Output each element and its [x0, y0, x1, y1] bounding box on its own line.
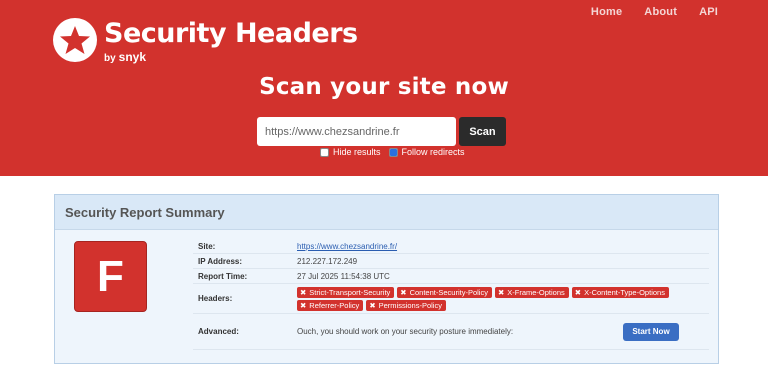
- missing-headers-list: ✖ Strict-Transport-Security ✖ Content-Secu…: [297, 286, 677, 311]
- scan-button[interactable]: Scan: [459, 117, 506, 146]
- report-summary-panel: Security Report Summary F Site: https://…: [54, 194, 719, 364]
- logo-by: by: [104, 53, 116, 64]
- logo-brand: snyk: [118, 50, 147, 64]
- header-badge[interactable]: ✖ Permissions-Policy: [366, 299, 446, 311]
- hide-results-option[interactable]: Hide results: [320, 147, 381, 157]
- follow-redirects-checkbox[interactable]: [388, 147, 398, 157]
- nav-about-link[interactable]: About: [644, 6, 677, 18]
- header-badge[interactable]: ✖ Strict-Transport-Security: [297, 286, 395, 298]
- hide-results-checkbox[interactable]: [320, 147, 329, 157]
- cross-icon: ✖: [369, 300, 376, 310]
- nav-home-link[interactable]: Home: [591, 6, 622, 18]
- header-badge[interactable]: ✖ Referrer-Policy: [297, 299, 364, 311]
- report-details: Site: https://www.chezsandrine.fr/ IP Ad…: [193, 239, 709, 350]
- site-logo[interactable]: Security Headers by snyk: [53, 18, 358, 64]
- report-time-value: 27 Jul 2025 11:54:38 UTC: [297, 271, 390, 281]
- cross-icon: ✖: [400, 287, 407, 297]
- report-time-row: Report Time: 27 Jul 2025 11:54:38 UTC: [193, 269, 709, 284]
- panel-title: Security Report Summary: [65, 204, 225, 220]
- headers-row: Headers: ✖ Strict-Transport-Security ✖ Con…: [193, 284, 709, 314]
- header-badge[interactable]: ✖ X-Content-Type-Options: [571, 286, 669, 298]
- hide-results-label: Hide results: [333, 147, 381, 157]
- panel-header: Security Report Summary: [55, 195, 718, 230]
- nav-api-link[interactable]: API: [699, 6, 718, 18]
- follow-redirects-label: Follow redirects: [401, 147, 465, 157]
- header-badge[interactable]: ✖ X-Frame-Options: [494, 286, 569, 298]
- scan-title: Scan your site now: [259, 74, 509, 100]
- report-time-label: Report Time:: [198, 271, 248, 281]
- advanced-label: Advanced:: [198, 327, 239, 336]
- ip-value: 212.227.172.249: [297, 256, 358, 266]
- grade-badge: F: [74, 241, 147, 312]
- scan-options: Hide results Follow redirects: [320, 147, 473, 157]
- cross-icon: ✖: [497, 287, 505, 297]
- logo-title: Security Headers: [104, 18, 358, 49]
- cross-icon: ✖: [300, 287, 307, 297]
- headers-label: Headers:: [198, 294, 233, 303]
- star-logo-icon: [53, 18, 97, 62]
- follow-redirects-option[interactable]: Follow redirects: [388, 147, 465, 157]
- cross-icon: ✖: [574, 287, 582, 297]
- start-now-button[interactable]: Start Now: [623, 322, 679, 341]
- top-nav: Home About API: [569, 6, 718, 18]
- ip-label: IP Address:: [198, 256, 243, 266]
- header-badge[interactable]: ✖ Content-Security-Policy: [397, 286, 492, 298]
- advanced-text: Ouch, you should work on your security p…: [297, 327, 514, 336]
- advanced-row: Advanced: Ouch, you should work on your …: [193, 314, 709, 350]
- site-row: Site: https://www.chezsandrine.fr/: [193, 239, 709, 254]
- ip-row: IP Address: 212.227.172.249: [193, 254, 709, 269]
- site-label: Site:: [198, 241, 216, 251]
- site-link[interactable]: https://www.chezsandrine.fr/: [297, 242, 397, 251]
- url-input[interactable]: [257, 117, 456, 146]
- cross-icon: ✖: [300, 300, 307, 310]
